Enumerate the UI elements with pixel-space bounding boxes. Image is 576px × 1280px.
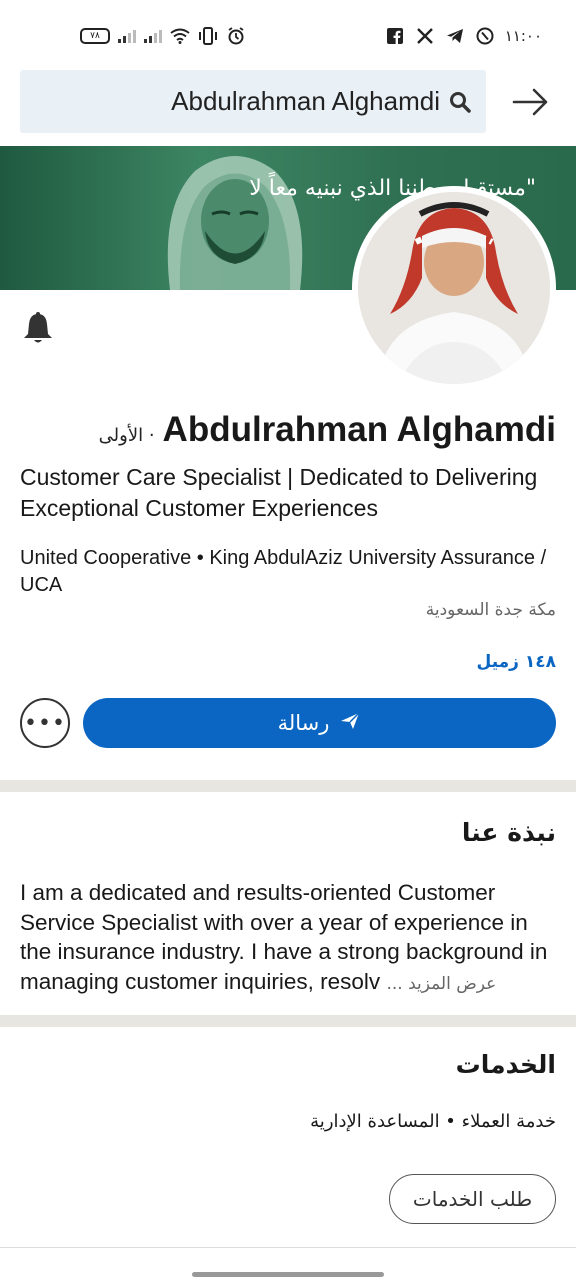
about-title: نبذة عنا: [461, 818, 556, 847]
status-left: ٧٨: [80, 26, 246, 46]
services-list: خدمة العملاء • المساعدة الإدارية: [310, 1111, 556, 1132]
wifi-icon: [170, 26, 190, 46]
profile-location: مكة جدة السعودية: [425, 600, 556, 620]
request-services-button[interactable]: طلب الخدمات: [389, 1174, 556, 1224]
message-button-label: رسالة: [277, 711, 330, 735]
more-icon: •••: [24, 710, 66, 736]
whatsapp-icon: [475, 26, 495, 46]
avatar[interactable]: [352, 186, 556, 390]
banner-portrait: [167, 156, 303, 290]
connections-link[interactable]: ١٤٨ زميل: [477, 652, 556, 672]
arrow-right-icon[interactable]: [510, 84, 552, 120]
about-text: I am a dedicated and results-oriented Cu…: [20, 878, 560, 999]
services-title: الخدمات: [455, 1050, 556, 1079]
signal-icon: [118, 29, 136, 43]
avatar-image: [358, 192, 550, 384]
search-query: Abdulrahman Alghamdi: [171, 86, 440, 116]
search-input[interactable]: Abdulrahman Alghamdi: [20, 70, 486, 133]
section-divider: [0, 1247, 576, 1248]
request-services-label: طلب الخدمات: [412, 1187, 533, 1211]
signal-icon: [144, 29, 162, 43]
section-divider: [0, 1015, 576, 1027]
section-divider: [0, 780, 576, 792]
status-bar: ٧٨ ١١:٠٠: [0, 0, 576, 70]
search-icon[interactable]: [448, 90, 472, 114]
battery-level: ٧٨: [90, 31, 100, 41]
message-button[interactable]: رسالة: [83, 698, 556, 748]
more-options-button[interactable]: •••: [20, 698, 70, 748]
status-right: ١١:٠٠: [385, 26, 542, 46]
connection-degree: · الأولى: [98, 425, 155, 446]
vibrate-icon: [198, 26, 218, 46]
x-icon: [415, 26, 435, 46]
profile-organization: United Cooperative • King AbdulAziz Univ…: [20, 547, 547, 596]
status-time: ١١:٠٠: [504, 27, 542, 45]
profile-headline: Customer Care Specialist | Dedicated to …: [20, 464, 538, 521]
name-line: · الأولى Abdulrahman Alghamdi: [99, 410, 556, 450]
telegram-icon: [445, 26, 465, 46]
profile-name: Abdulrahman Alghamdi: [162, 410, 556, 449]
facebook-icon: [385, 26, 405, 46]
home-indicator[interactable]: [192, 1272, 384, 1277]
battery-icon: ٧٨: [80, 28, 110, 44]
send-icon: [339, 711, 361, 736]
see-more-link[interactable]: ... عرض المزيد: [386, 974, 496, 994]
bell-icon[interactable]: [20, 310, 56, 346]
alarm-icon: [226, 26, 246, 46]
